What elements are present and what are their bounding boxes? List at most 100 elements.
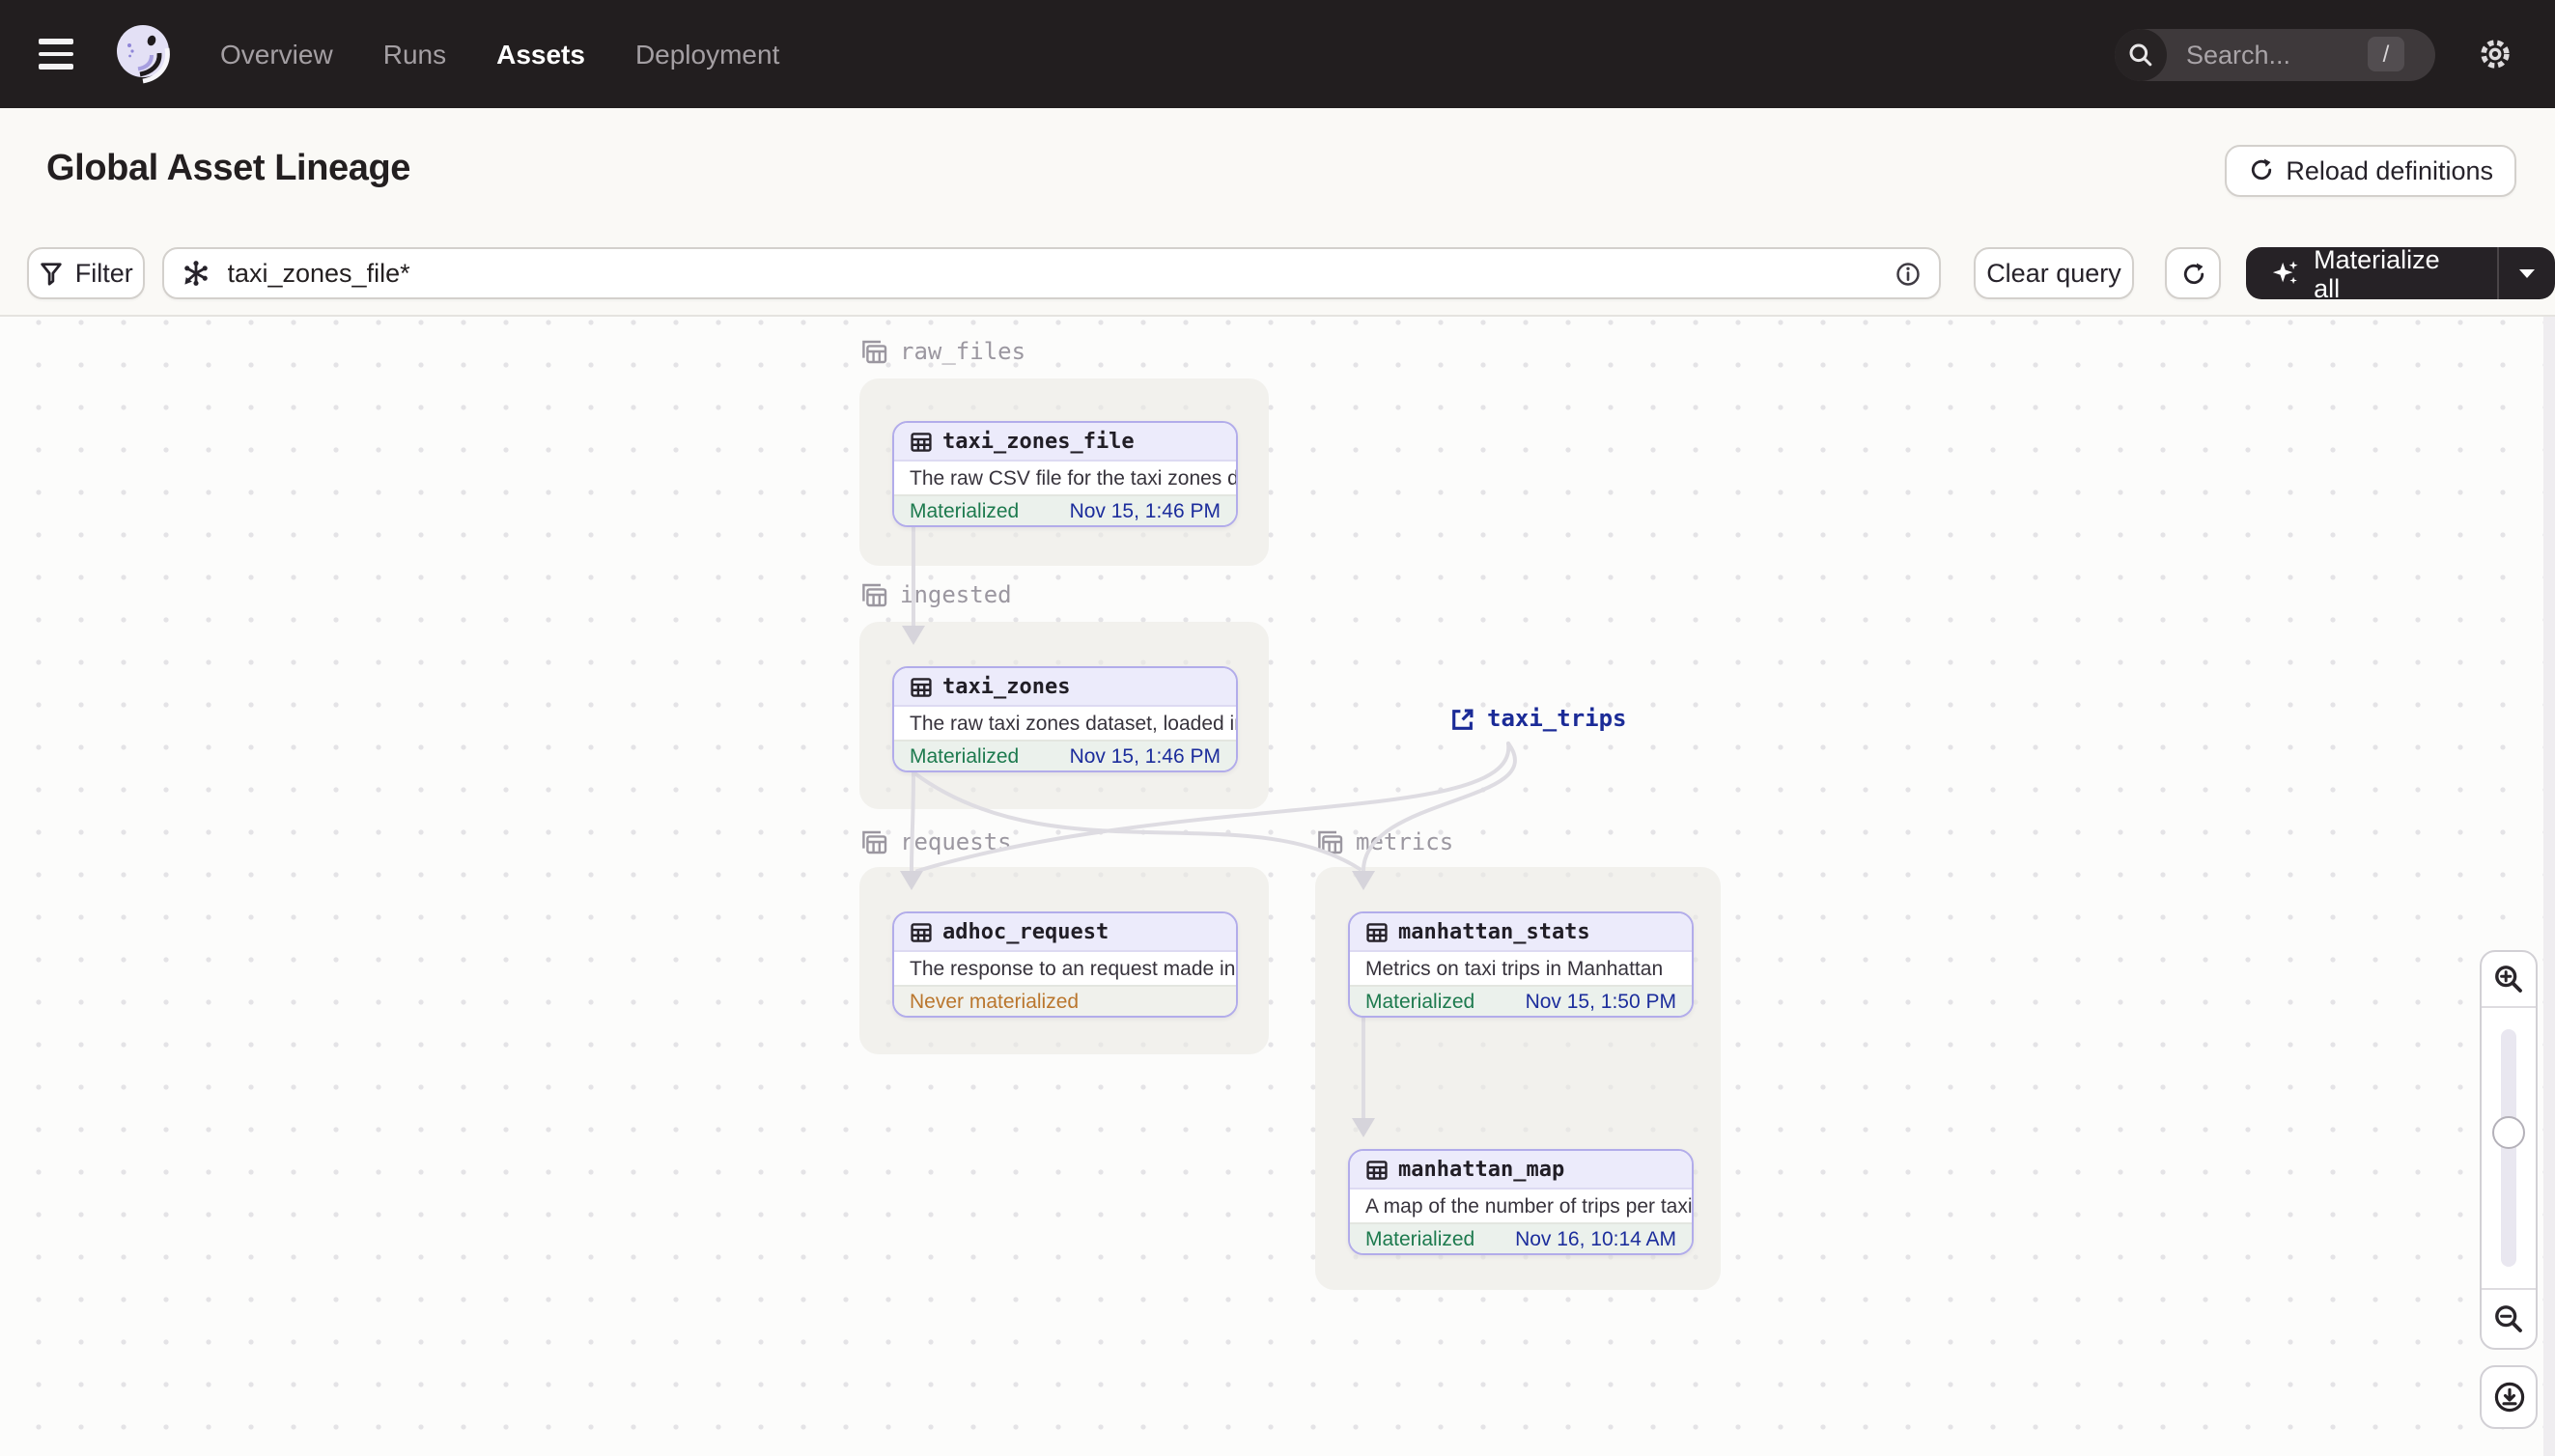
- refresh-graph-button[interactable]: [2165, 247, 2222, 299]
- asset-status-row: Materialized Nov 15, 1:46 PM: [894, 494, 1236, 525]
- zoom-out-icon: [2495, 1305, 2522, 1332]
- query-info-icon[interactable]: [1894, 260, 1921, 287]
- zoom-in-button[interactable]: [2482, 952, 2536, 1006]
- group-label-raw_files[interactable]: raw_files: [861, 338, 1025, 365]
- table-icon: [911, 677, 932, 696]
- status-badge: Materialized: [910, 500, 1020, 523]
- settings-gear-icon[interactable]: [2478, 37, 2513, 71]
- asset-name: taxi_zones_file: [942, 429, 1135, 454]
- asset-status-row: Materialized Nov 15, 1:46 PM: [894, 740, 1236, 770]
- asset-status-row: Materialized Nov 15, 1:50 PM: [1350, 985, 1692, 1016]
- materialization-timestamp[interactable]: Nov 15, 1:50 PM: [1526, 991, 1676, 1014]
- asset-description: Metrics on taxi trips in Manhattan: [1365, 957, 1664, 980]
- nav-item-assets[interactable]: Assets: [496, 39, 585, 70]
- materialize-all-button-group: Materialize all: [2246, 247, 2555, 299]
- group-name: raw_files: [900, 338, 1026, 365]
- lineage-canvas[interactable]: raw_files ingested requests metrics taxi…: [0, 317, 2555, 1456]
- materialize-options-dropdown[interactable]: [2497, 247, 2555, 299]
- hamburger-menu-icon[interactable]: [39, 31, 85, 77]
- zoom-out-button[interactable]: [2482, 1290, 2536, 1348]
- search-shortcut-badge: /: [2368, 37, 2404, 71]
- nav-item-deployment[interactable]: Deployment: [635, 39, 779, 70]
- nav-item-overview[interactable]: Overview: [220, 39, 333, 70]
- global-search[interactable]: /: [2115, 28, 2435, 80]
- asset-description: The raw taxi zones dataset, loaded int..…: [910, 712, 1236, 735]
- page-title: Global Asset Lineage: [46, 149, 411, 189]
- asset-name: manhattan_stats: [1398, 919, 1590, 944]
- group-label-metrics[interactable]: metrics: [1317, 828, 1453, 855]
- asset-status-row: Materialized Nov 16, 10:14 AM: [1350, 1222, 1692, 1253]
- top-nav: Overview Runs Assets Deployment /: [0, 0, 2555, 108]
- asset-query-box[interactable]: [161, 247, 1941, 299]
- zoom-slider[interactable]: [2482, 1006, 2536, 1290]
- group-table-icon: [862, 830, 887, 854]
- clear-query-label: Clear query: [1986, 259, 2121, 288]
- asset-node-header: manhattan_stats: [1350, 913, 1692, 952]
- status-badge: Never materialized: [910, 991, 1080, 1014]
- group-label-ingested[interactable]: ingested: [861, 581, 1012, 608]
- group-table-icon: [862, 583, 887, 607]
- chevron-down-icon: [2519, 268, 2536, 277]
- asset-description: A map of the number of trips per taxi z.…: [1365, 1194, 1692, 1218]
- group-label-requests[interactable]: requests: [861, 828, 1012, 855]
- asset-name: manhattan_map: [1398, 1157, 1565, 1182]
- asset-node-manhattan_map[interactable]: manhattan_map A map of the number of tri…: [1348, 1149, 1694, 1255]
- lineage-edges: [900, 525, 1517, 1137]
- materialize-all-button[interactable]: Materialize all: [2246, 247, 2497, 299]
- group-table-icon: [862, 340, 887, 364]
- asset-description: The raw CSV file for the taxi zones dat.…: [910, 466, 1236, 490]
- download-icon: [2493, 1382, 2524, 1413]
- download-image-button[interactable]: [2480, 1365, 2538, 1429]
- external-asset-name: taxi_trips: [1487, 705, 1627, 732]
- status-badge: Materialized: [1365, 991, 1475, 1014]
- asset-node-header: taxi_zones_file: [894, 423, 1236, 462]
- filter-funnel-icon: [41, 263, 62, 286]
- table-icon: [1366, 922, 1388, 941]
- group-name: requests: [900, 828, 1012, 855]
- asset-node-header: adhoc_request: [894, 913, 1236, 952]
- asset-name: taxi_zones: [942, 674, 1071, 699]
- filter-button[interactable]: Filter: [27, 247, 145, 299]
- asset-name: adhoc_request: [942, 919, 1109, 944]
- refresh-icon: [2183, 262, 2204, 284]
- materialization-timestamp[interactable]: Nov 15, 1:46 PM: [1070, 500, 1221, 523]
- lineage-toolbar: Filter Clear query: [0, 232, 2555, 317]
- op-selector-icon: [183, 261, 208, 286]
- external-asset-taxi_trips[interactable]: taxi_trips: [1450, 705, 1627, 732]
- materialization-timestamp[interactable]: Nov 16, 10:14 AM: [1515, 1228, 1676, 1251]
- table-icon: [911, 432, 932, 451]
- vertical-scrollbar[interactable]: [2543, 317, 2555, 1456]
- dagster-logo[interactable]: [112, 21, 178, 87]
- sparkles-icon: [2273, 261, 2298, 285]
- status-badge: Materialized: [910, 745, 1020, 769]
- materialization-timestamp[interactable]: Nov 15, 1:46 PM: [1070, 745, 1221, 769]
- asset-node-taxi_zones[interactable]: taxi_zones The raw taxi zones dataset, l…: [892, 666, 1238, 772]
- search-input[interactable]: [2182, 38, 2368, 70]
- nav-links: Overview Runs Assets Deployment: [220, 39, 779, 70]
- filter-label: Filter: [74, 259, 133, 288]
- nav-item-runs[interactable]: Runs: [383, 39, 446, 70]
- asset-node-taxi_zones_file[interactable]: taxi_zones_file The raw CSV file for the…: [892, 421, 1238, 527]
- reload-definitions-button[interactable]: Reload definitions: [2224, 144, 2516, 196]
- table-icon: [911, 922, 932, 941]
- group-name: ingested: [900, 581, 1012, 608]
- asset-status-row: Never materialized: [894, 985, 1236, 1016]
- group-name: metrics: [1356, 828, 1454, 855]
- refresh-icon: [2251, 158, 2271, 181]
- asset-node-header: manhattan_map: [1350, 1151, 1692, 1190]
- zoom-slider-thumb[interactable]: [2492, 1116, 2525, 1149]
- page-header: Global Asset Lineage Reload definitions: [0, 108, 2555, 232]
- asset-node-header: taxi_zones: [894, 668, 1236, 707]
- zoom-in-icon: [2495, 966, 2522, 993]
- clear-query-button[interactable]: Clear query: [1973, 247, 2135, 299]
- asset-node-adhoc_request[interactable]: adhoc_request The response to an request…: [892, 911, 1238, 1018]
- group-table-icon: [1318, 830, 1343, 854]
- asset-node-manhattan_stats[interactable]: manhattan_stats Metrics on taxi trips in…: [1348, 911, 1694, 1018]
- status-badge: Materialized: [1365, 1228, 1475, 1251]
- table-icon: [1366, 1160, 1388, 1179]
- asset-query-input[interactable]: [223, 257, 1895, 290]
- zoom-panel: [2480, 950, 2538, 1350]
- asset-description: The response to an request made in th...: [910, 957, 1236, 980]
- reload-definitions-label: Reload definitions: [2286, 155, 2493, 184]
- materialize-all-label: Materialize all: [2314, 247, 2440, 299]
